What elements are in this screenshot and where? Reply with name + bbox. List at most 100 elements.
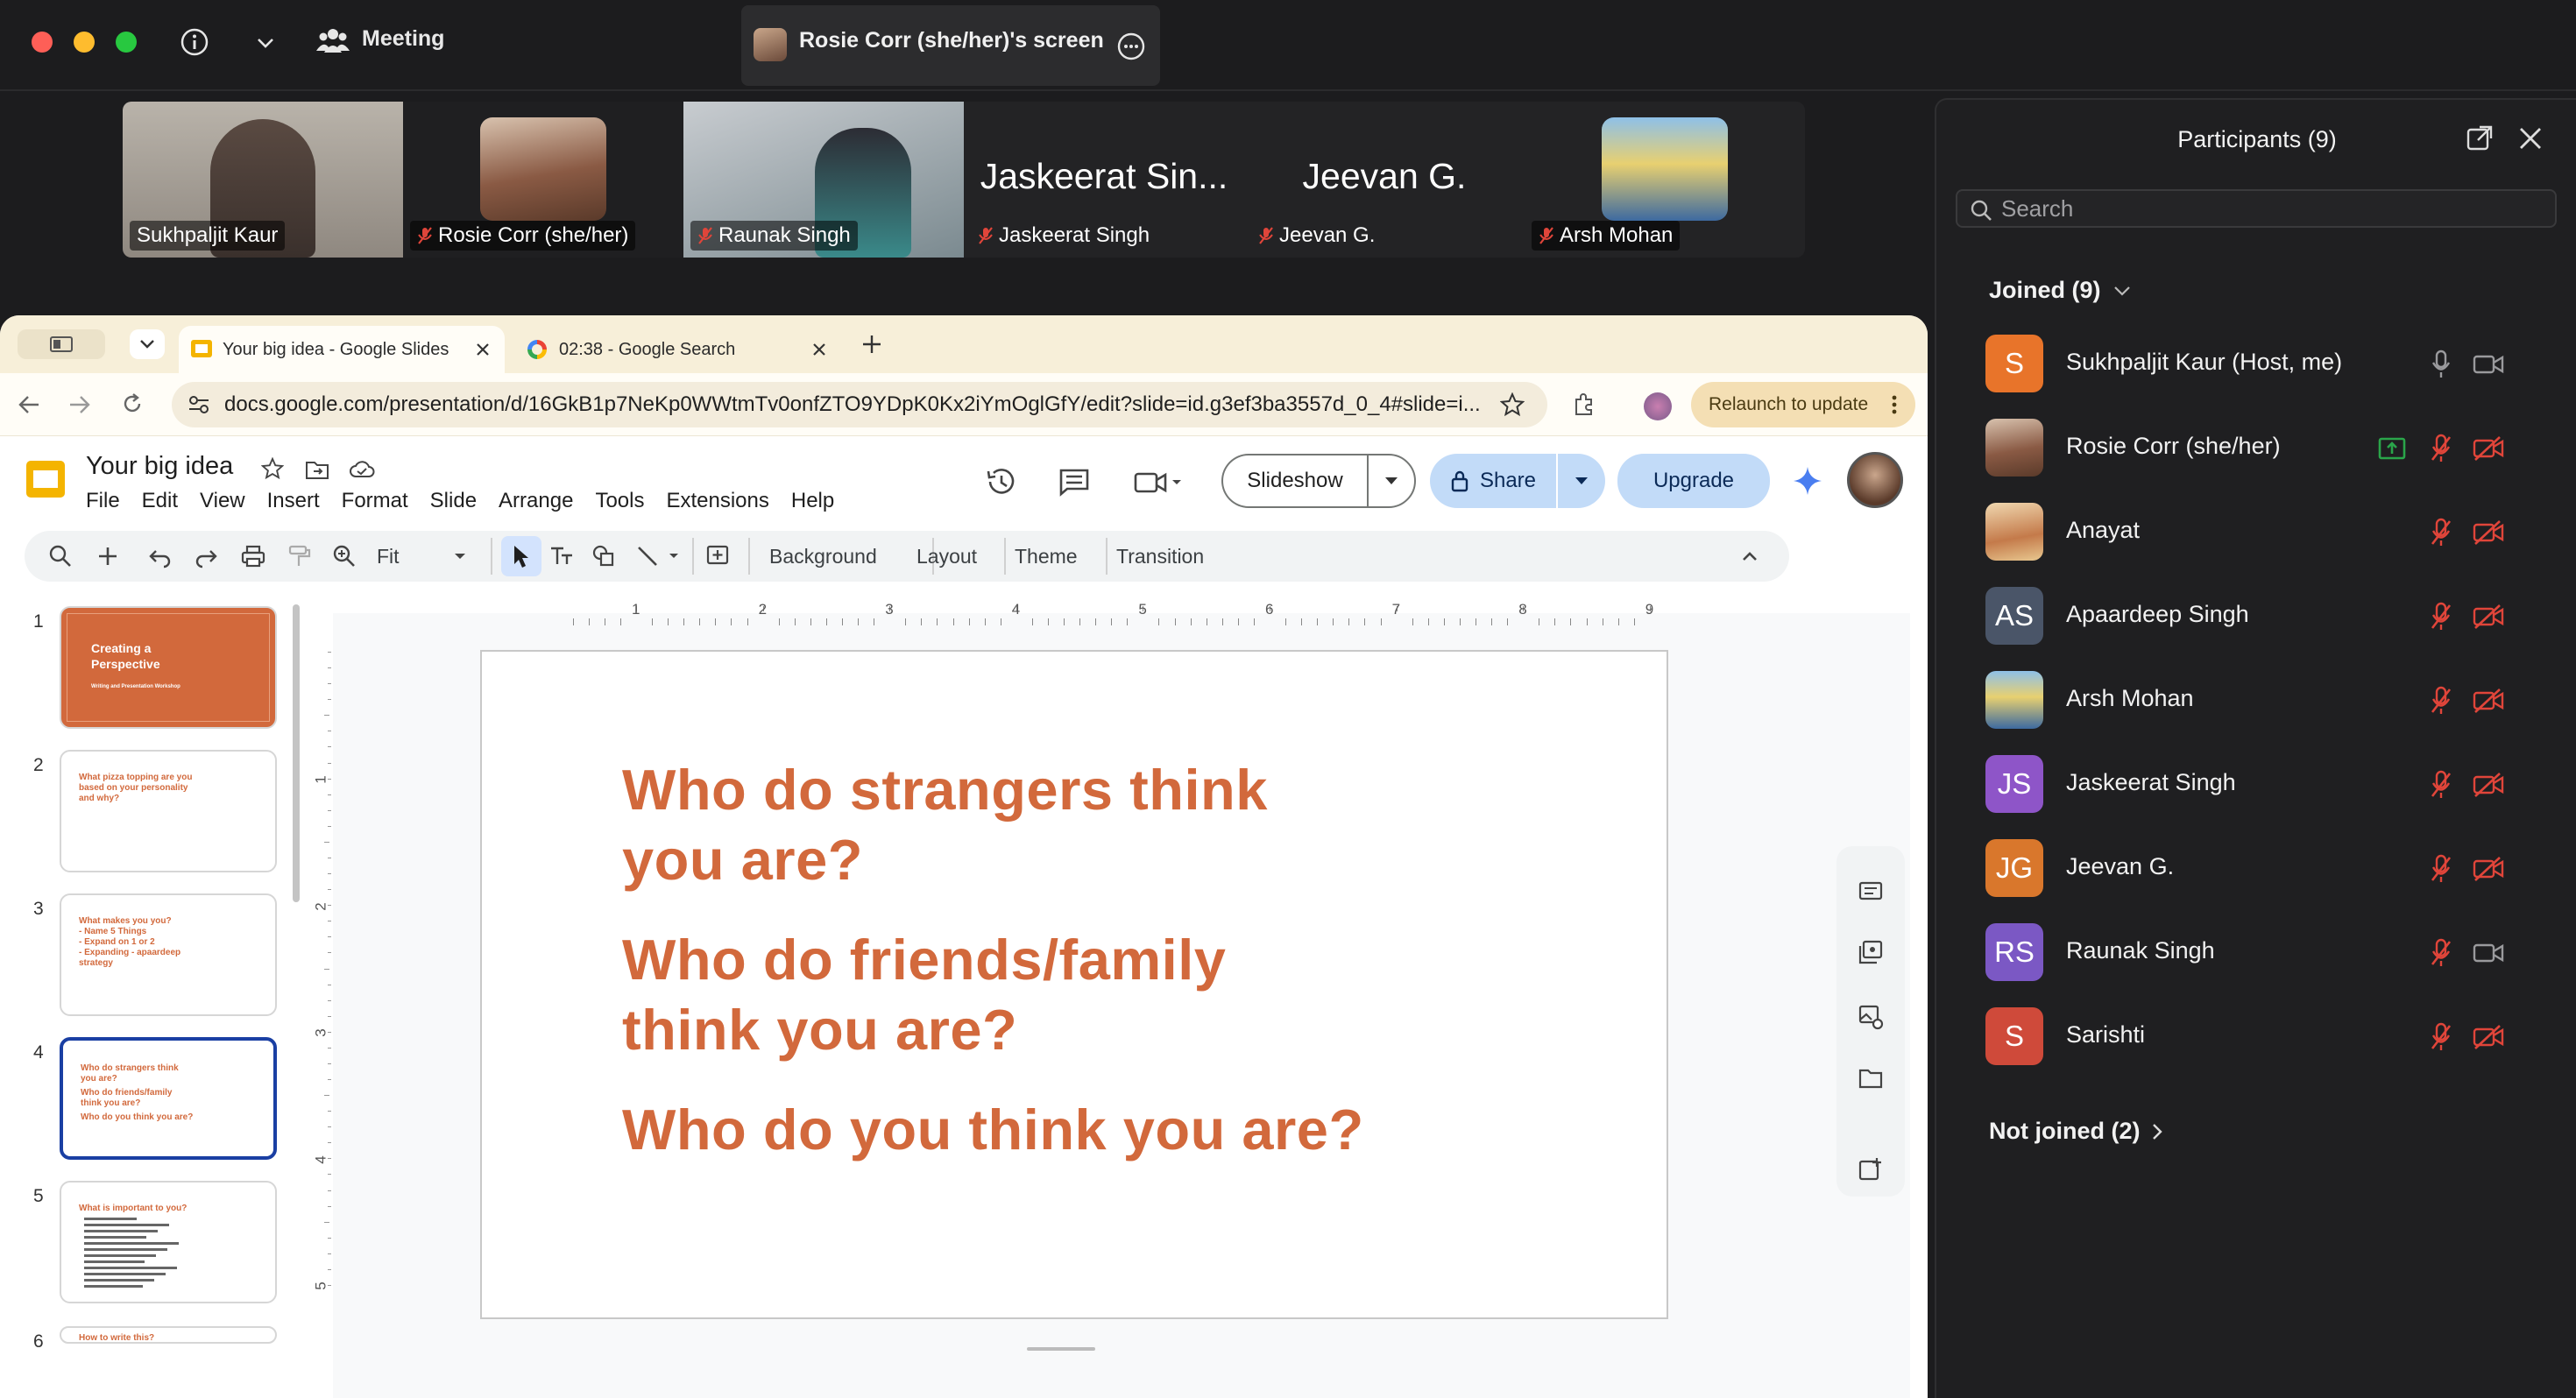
star-icon[interactable] bbox=[261, 457, 284, 480]
menu-item-extensions[interactable]: Extensions bbox=[666, 489, 768, 513]
search-menus-icon[interactable] bbox=[47, 543, 74, 569]
slide-thumbnail[interactable]: How to write this? bbox=[60, 1326, 277, 1344]
relaunch-button[interactable]: Relaunch to update bbox=[1691, 382, 1915, 427]
add-ons-icon[interactable] bbox=[1858, 1156, 1884, 1183]
menu-item-format[interactable]: Format bbox=[342, 489, 408, 513]
search-box[interactable] bbox=[1956, 189, 2557, 228]
mic-muted-icon[interactable] bbox=[2424, 599, 2459, 634]
drive-folder-icon[interactable] bbox=[1858, 1065, 1884, 1091]
slides-library-icon[interactable] bbox=[1858, 939, 1884, 965]
mic-icon[interactable] bbox=[2424, 347, 2459, 382]
menu-item-tools[interactable]: Tools bbox=[595, 489, 644, 513]
version-history-icon[interactable] bbox=[983, 464, 1018, 499]
slide-text-line[interactable]: you are? bbox=[622, 827, 863, 893]
undo-icon[interactable] bbox=[147, 543, 173, 569]
slides-logo-icon[interactable] bbox=[25, 459, 67, 499]
menu-item-slide[interactable]: Slide bbox=[430, 489, 477, 513]
layout-button[interactable]: Layout bbox=[916, 545, 977, 568]
slide-text-line[interactable]: think you are? bbox=[622, 997, 1017, 1063]
close-tab-icon[interactable] bbox=[475, 342, 491, 357]
shape-icon[interactable] bbox=[591, 543, 617, 569]
video-tile[interactable]: Raunak Singh bbox=[683, 102, 964, 258]
tab-google-search[interactable]: 02:38 - Google Search bbox=[515, 326, 843, 373]
video-tile[interactable]: Jeevan G. Jeevan G. bbox=[1244, 102, 1525, 258]
account-avatar[interactable] bbox=[1847, 452, 1903, 508]
select-tool-button[interactable] bbox=[501, 536, 541, 576]
close-window-button[interactable] bbox=[32, 32, 53, 53]
participant-row[interactable]: S Sukhpaljit Kaur (Host, me) bbox=[1936, 322, 2576, 406]
slide-thumbnail[interactable]: What makes you you? - Name 5 Things - Expa… bbox=[60, 893, 277, 1016]
mic-muted-icon[interactable] bbox=[2424, 683, 2459, 718]
close-tab-icon[interactable] bbox=[811, 342, 827, 357]
extensions-icon[interactable] bbox=[1572, 392, 1596, 417]
slide-thumbnail[interactable]: Who do strangers think you are? Who do fri… bbox=[60, 1037, 277, 1160]
maximize-window-button[interactable] bbox=[116, 32, 137, 53]
participant-row[interactable]: S Sarishti bbox=[1936, 995, 2576, 1079]
participant-row[interactable]: JG Jeevan G. bbox=[1936, 827, 2576, 911]
tab-list-button[interactable] bbox=[130, 329, 165, 359]
keep-notes-icon[interactable] bbox=[1858, 878, 1884, 904]
document-title[interactable]: Your big idea bbox=[86, 452, 233, 481]
zoom-select[interactable]: Fit bbox=[377, 545, 400, 568]
video-tile[interactable]: Rosie Corr (she/her) bbox=[403, 102, 683, 258]
speaker-notes-handle[interactable] bbox=[1027, 1347, 1095, 1351]
menu-item-arrange[interactable]: Arrange bbox=[499, 489, 573, 513]
mic-muted-icon[interactable] bbox=[2424, 936, 2459, 971]
url-bar[interactable]: docs.google.com/presentation/d/16GkB1p7N… bbox=[172, 382, 1547, 427]
insert-comment-icon[interactable] bbox=[704, 543, 731, 569]
close-icon[interactable] bbox=[2516, 124, 2544, 157]
tab-google-slides[interactable]: Your big idea - Google Slides bbox=[179, 326, 505, 373]
menu-item-edit[interactable]: Edit bbox=[142, 489, 178, 513]
comments-icon[interactable] bbox=[1057, 464, 1092, 499]
bookmark-star-icon[interactable] bbox=[1500, 392, 1525, 417]
slide-thumbnail[interactable]: What is important to you? bbox=[60, 1181, 277, 1303]
chevron-up-icon[interactable] bbox=[1737, 543, 1763, 569]
video-off-icon[interactable] bbox=[2471, 431, 2506, 466]
mic-muted-icon[interactable] bbox=[2424, 431, 2459, 466]
menu-item-insert[interactable]: Insert bbox=[267, 489, 320, 513]
joined-section-header[interactable]: Joined (9) bbox=[1989, 277, 2131, 304]
slideshow-options-button[interactable] bbox=[1367, 454, 1416, 508]
background-button[interactable]: Background bbox=[769, 545, 877, 568]
participant-row[interactable]: Anayat bbox=[1936, 491, 2576, 575]
not-joined-section-header[interactable]: Not joined (2) bbox=[1989, 1118, 2163, 1145]
participant-row[interactable]: AS Apaardeep Singh bbox=[1936, 575, 2576, 659]
slide-canvas[interactable]: Who do strangers think you are? Who do fri… bbox=[480, 650, 1668, 1319]
move-folder-icon[interactable] bbox=[305, 459, 329, 480]
theme-button[interactable]: Theme bbox=[1015, 545, 1078, 568]
minimize-window-button[interactable] bbox=[74, 32, 95, 53]
meeting-label[interactable]: Meeting bbox=[362, 26, 444, 52]
upgrade-button[interactable]: Upgrade bbox=[1617, 454, 1770, 508]
forward-icon[interactable] bbox=[68, 394, 91, 415]
more-options-icon[interactable] bbox=[1116, 32, 1146, 66]
zoom-icon[interactable] bbox=[331, 543, 357, 569]
image-icon[interactable] bbox=[1858, 1004, 1884, 1030]
video-off-icon[interactable] bbox=[2471, 515, 2506, 550]
mic-muted-icon[interactable] bbox=[2424, 1020, 2459, 1055]
share-options-button[interactable] bbox=[1558, 454, 1605, 508]
new-slide-icon[interactable] bbox=[95, 543, 121, 569]
mic-muted-icon[interactable] bbox=[2424, 515, 2459, 550]
slide-text-line[interactable]: Who do strangers think bbox=[622, 757, 1268, 823]
meet-camera-icon[interactable] bbox=[1132, 466, 1183, 498]
video-off-icon[interactable] bbox=[2471, 767, 2506, 802]
line-icon[interactable] bbox=[634, 543, 661, 569]
video-off-icon[interactable] bbox=[2471, 683, 2506, 718]
gemini-sparkle-icon[interactable] bbox=[1793, 466, 1822, 496]
redo-icon[interactable] bbox=[193, 543, 219, 569]
slide-text-line[interactable]: Who do you think you are? bbox=[622, 1097, 1364, 1162]
video-camera-icon[interactable] bbox=[2471, 347, 2506, 382]
cloud-status-icon[interactable] bbox=[349, 459, 375, 480]
slide-thumbnail[interactable]: What pizza topping are you based on your … bbox=[60, 750, 277, 872]
participant-row[interactable]: JS Jaskeerat Singh bbox=[1936, 743, 2576, 827]
reload-icon[interactable] bbox=[121, 392, 144, 415]
back-icon[interactable] bbox=[18, 394, 40, 415]
menu-item-file[interactable]: File bbox=[86, 489, 120, 513]
text-box-icon[interactable] bbox=[548, 543, 575, 569]
participant-row[interactable]: Rosie Corr (she/her) bbox=[1936, 406, 2576, 491]
caret-down-icon[interactable] bbox=[447, 543, 473, 569]
caret-down-icon[interactable] bbox=[661, 543, 687, 569]
participant-row[interactable]: RS Raunak Singh bbox=[1936, 911, 2576, 995]
video-tile[interactable]: Arsh Mohan bbox=[1525, 102, 1805, 258]
video-off-icon[interactable] bbox=[2471, 851, 2506, 886]
